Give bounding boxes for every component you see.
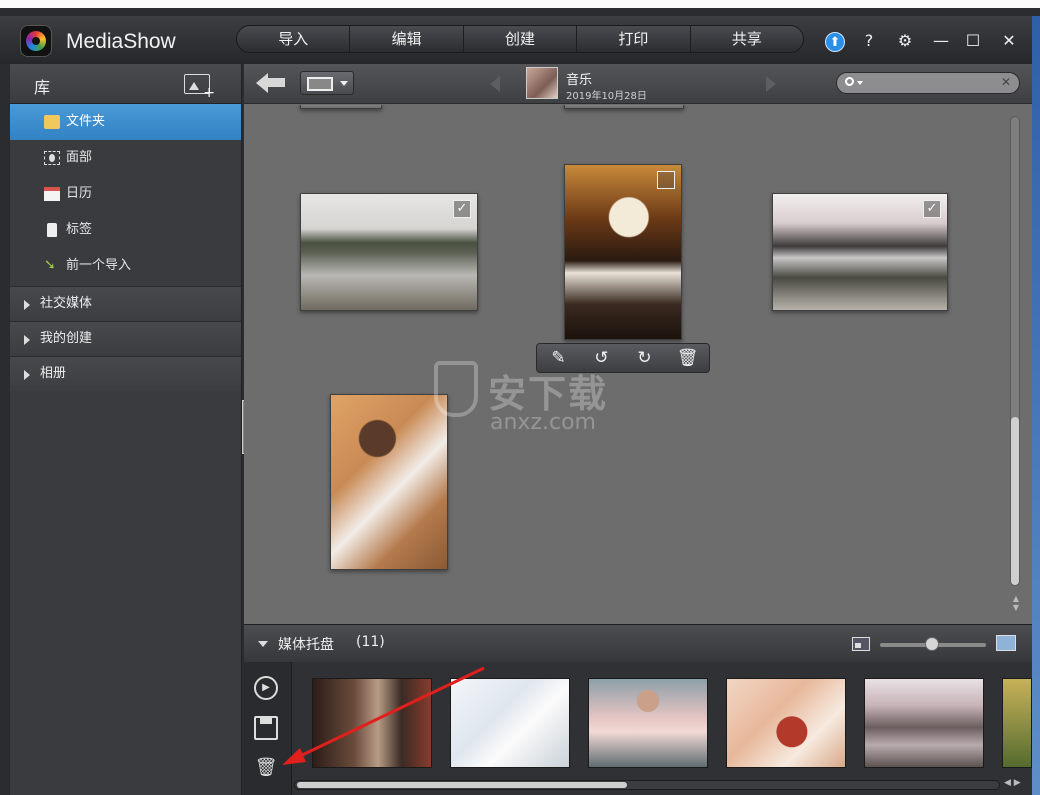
app-title: MediaShow: [66, 30, 176, 53]
app-logo-icon: [20, 25, 52, 57]
album-thumbnail: [526, 67, 558, 99]
small-thumbnail-icon[interactable]: [852, 637, 870, 651]
section-my-creations[interactable]: 我的创建: [10, 321, 241, 356]
tray-thumbnail[interactable]: [864, 678, 984, 768]
photo-checkbox[interactable]: ✓: [453, 200, 471, 218]
maximize-button[interactable]: ☐: [962, 30, 984, 52]
tray-collapse-chevron-icon[interactable]: [258, 641, 268, 647]
help-icon[interactable]: ?: [858, 30, 880, 52]
previous-album-icon[interactable]: [490, 76, 500, 92]
folder-icon: [44, 115, 60, 129]
tray-thumbnail[interactable]: [312, 678, 432, 768]
media-tray: ▶ 🗑 ◀ ▶: [244, 662, 1032, 795]
play-slideshow-icon[interactable]: ▶: [254, 676, 278, 700]
media-tray-header: 媒体托盘 (11): [244, 624, 1032, 662]
trash-icon[interactable]: 🗑: [254, 756, 278, 780]
section-social-media[interactable]: 社交媒体: [10, 286, 241, 321]
sidebar-item-label: 前一个导入: [66, 258, 132, 273]
album-name: 音乐: [566, 73, 593, 88]
horizontal-scrollbar[interactable]: [294, 780, 1000, 790]
sidebar-item-label: 日历: [66, 186, 93, 201]
menu-import[interactable]: 导入: [237, 26, 351, 52]
photo-checkbox[interactable]: [657, 171, 675, 189]
clear-search-icon[interactable]: ✕: [1001, 75, 1011, 89]
vertical-scrollbar[interactable]: [1010, 116, 1020, 586]
photo-lake-reflection[interactable]: ✓: [300, 193, 478, 311]
chevron-down-icon: [340, 81, 348, 86]
mediashow-window: MediaShow 导入 编辑 创建 打印 共享 ⬆ ? ⚙ — ☐ ✕ 库 文…: [0, 0, 1040, 795]
library-header: 库: [10, 64, 241, 104]
photo-checkbox[interactable]: ✓: [923, 200, 941, 218]
slider-handle[interactable]: [925, 637, 939, 651]
search-icon[interactable]: [845, 77, 854, 86]
minimize-button[interactable]: —: [930, 30, 952, 52]
main-menu: 导入 编辑 创建 打印 共享: [236, 25, 804, 53]
watermark-text-en: anxz.com: [490, 410, 596, 435]
horizontal-scroll-arrows-icon[interactable]: ◀ ▶: [1004, 778, 1021, 788]
photo-thumbnail-partial[interactable]: [300, 105, 382, 109]
sidebar-item-folders[interactable]: 文件夹: [10, 104, 241, 140]
search-box: ✕: [836, 72, 1020, 94]
menu-create[interactable]: 创建: [464, 26, 578, 52]
tray-count: (11): [356, 634, 385, 650]
sidebar-item-calendar[interactable]: 日历: [10, 176, 241, 212]
settings-gear-icon[interactable]: ⚙: [894, 30, 916, 52]
tray-thumbnail[interactable]: [588, 678, 708, 768]
navigation-bar: 音乐 2019年10月28日 ✕: [244, 64, 1032, 104]
back-arrow-icon[interactable]: [256, 72, 288, 94]
tray-thumbnail[interactable]: [726, 678, 846, 768]
import-arrow-icon: ➘: [44, 257, 56, 273]
menu-print[interactable]: 打印: [577, 26, 691, 52]
next-album-icon[interactable]: [766, 76, 776, 92]
delete-trash-icon[interactable]: 🗑: [676, 346, 700, 370]
tray-thumbnail[interactable]: [450, 678, 570, 768]
title-bar: MediaShow 导入 编辑 创建 打印 共享 ⬆ ? ⚙ — ☐ ✕: [0, 16, 1040, 64]
tray-thumbnail-partial[interactable]: [1002, 678, 1032, 768]
section-albums[interactable]: 相册: [10, 356, 241, 391]
update-icon[interactable]: ⬆: [824, 30, 846, 52]
tray-actions: ▶ 🗑: [244, 662, 292, 795]
shield-logo-icon: [434, 361, 478, 417]
close-button[interactable]: ✕: [998, 30, 1020, 52]
sidebar-item-faces[interactable]: 面部: [10, 140, 241, 176]
menu-edit[interactable]: 编辑: [350, 26, 464, 52]
view-mode-dropdown[interactable]: [300, 71, 354, 95]
library-title: 库: [34, 78, 51, 97]
add-media-icon[interactable]: [184, 74, 215, 101]
filmstrip-icon: [307, 77, 333, 91]
scrollbar-thumb[interactable]: [297, 782, 627, 788]
scrollbar-thumb[interactable]: [1011, 417, 1019, 585]
scroll-arrows-icon[interactable]: ▲ ▼: [1013, 594, 1019, 612]
menu-share[interactable]: 共享: [691, 26, 803, 52]
rotate-right-icon[interactable]: ↻: [633, 346, 657, 370]
sidebar-item-label: 标签: [66, 222, 93, 237]
photo-grid: ✓ ✓ ✎ ↺ ↻ 🗑 安下载 anxz.com: [244, 105, 1032, 624]
sidebar-item-tags[interactable]: 标签: [10, 212, 241, 248]
main-content: 音乐 2019年10月28日 ✕ ✓ ✓ ✎ ↺ ↻ 🗑 安下载 anxz.co…: [244, 64, 1032, 624]
desktop-background-edge: [1032, 16, 1040, 795]
photo-cherry-bridge[interactable]: ✓: [772, 193, 948, 311]
calendar-icon: [44, 187, 60, 201]
face-icon: [44, 151, 60, 165]
save-icon[interactable]: [254, 716, 278, 740]
search-input[interactable]: [867, 74, 997, 92]
photo-woman-orange[interactable]: [564, 164, 682, 340]
tag-icon: [47, 223, 57, 237]
sidebar-item-label: 文件夹: [66, 114, 106, 129]
sidebar-item-previous-import[interactable]: ➘ 前一个导入: [10, 248, 241, 284]
sidebar-item-label: 面部: [66, 150, 93, 165]
large-thumbnail-icon[interactable]: [996, 635, 1016, 651]
search-options-chevron-icon[interactable]: [857, 81, 863, 85]
library-sidebar: 库 文件夹 面部 日历 标签 ➘ 前一个导入 社交媒体 我的创建 相册: [10, 64, 242, 795]
photo-woman-white-robe[interactable]: [330, 394, 448, 570]
tray-title: 媒体托盘: [278, 637, 334, 653]
album-date: 2019年10月28日: [566, 91, 647, 102]
photo-thumbnail-partial[interactable]: [564, 105, 684, 109]
